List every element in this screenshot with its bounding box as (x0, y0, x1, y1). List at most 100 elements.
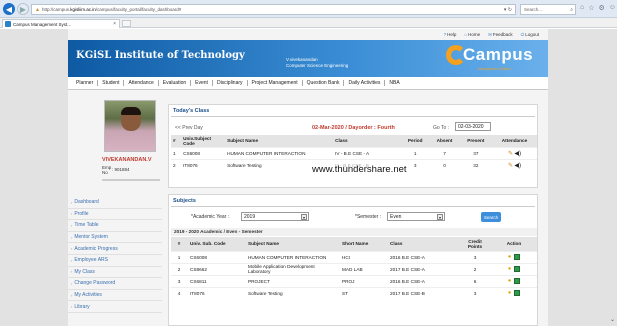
cell-class: 2016 B.E CSE-A (387, 250, 459, 263)
sidebar-item-mentor-system[interactable]: › Mentor System (68, 232, 162, 244)
cell-class: 2017 B.E CSE-A (387, 262, 459, 275)
cell-short-name: MAD LAB (339, 262, 387, 275)
address-bar[interactable]: ▲ http://campus. kgisliim.ac.in/campus/fa… (31, 4, 516, 15)
col-header: Attendance (491, 135, 537, 147)
col-header: Short Name (339, 237, 387, 251)
academic-year-select[interactable]: 2019 ▾ (241, 212, 309, 221)
smiley-icon[interactable]: ☺ (609, 4, 616, 12)
goto-date-input[interactable]: 02-03-2020 (455, 122, 491, 131)
profile-photo (104, 100, 156, 152)
prev-day-link[interactable]: << Prev Day (175, 125, 203, 131)
sidebar-item-change-password[interactable]: › Change Password (68, 278, 162, 290)
col-header: Credit Points (459, 237, 491, 251)
sidebar-item-label: Mentor System (74, 234, 108, 241)
search-icon[interactable]: ⌕ (570, 7, 573, 13)
sidebar-item-my-activities[interactable]: › My Activities (68, 290, 162, 302)
cell-action: ● (491, 262, 537, 275)
logout-link[interactable]: ⏻Logout (521, 32, 539, 38)
spreadsheet-icon[interactable] (514, 277, 521, 284)
menu-disciplinary[interactable]: Disciplinary (213, 80, 248, 86)
menu-attendance[interactable]: Attendance (124, 80, 159, 86)
semester-value: Even (390, 213, 402, 220)
sidebar-item-profile[interactable]: › Profile (68, 209, 162, 221)
dayorder-label: 02-Mar-2020 / Dayorder : Fourth (312, 125, 395, 131)
cell-index: 4 (171, 286, 187, 299)
help-link[interactable]: ?Help (444, 32, 457, 38)
logo-subtitle: Management System (478, 67, 512, 71)
col-header: Subject Name (245, 237, 339, 251)
watermark-text: www.thundershare.net (312, 164, 407, 175)
forward-button[interactable]: ▶ (17, 3, 29, 15)
menu-planner[interactable]: Planner (72, 80, 99, 86)
search-button[interactable]: Search (481, 212, 501, 222)
menu-project-management[interactable]: Project Management (248, 80, 303, 86)
sidebar-item-time-table[interactable]: › Time Table (68, 220, 162, 232)
col-header: Present (459, 135, 492, 147)
favorites-icon[interactable]: ☆ (588, 4, 594, 12)
bulb-icon[interactable]: ● (508, 278, 511, 284)
chevron-right-icon: › (71, 222, 73, 228)
campus-logo: Campus (446, 45, 533, 65)
col-header: Period (401, 135, 430, 147)
chevron-down-icon: ▾ (301, 214, 307, 220)
cell-absent: 7 (429, 146, 460, 159)
bulb-icon[interactable]: ● (508, 266, 511, 272)
browser-tab[interactable]: Campus Management Syst... × (2, 19, 120, 28)
cell-index: 2 (171, 262, 187, 275)
table-row: 1 CS6008 HUMAN COMPUTER INTERACTION HCI … (171, 250, 537, 263)
sidebar-item-label: Change Password (74, 280, 116, 287)
toolbar-icons: ⌂ ☆ ⚙ ☺ (580, 4, 616, 12)
tab-close-icon[interactable]: × (113, 21, 116, 27)
feedback-link[interactable]: ✉Feedback (488, 32, 513, 38)
sidebar-item-label: Academic Progress (74, 245, 118, 252)
cell-credit: 6 (459, 274, 491, 287)
cell-subject: HUMAN COMPUTER INTERACTION (245, 250, 339, 263)
help-label: Help (447, 32, 457, 37)
cell-short-name: ST (339, 286, 387, 299)
spreadsheet-icon[interactable] (514, 290, 521, 297)
new-tab-button[interactable] (122, 20, 131, 27)
menu-daily-activities[interactable]: Daily Activities (344, 80, 386, 86)
spreadsheet-icon[interactable] (514, 265, 521, 272)
bulb-icon[interactable]: ● (508, 254, 511, 260)
main-menu: Planner Student Attendance Evaluation Ev… (68, 77, 548, 90)
home-link[interactable]: ⌂Home (464, 32, 480, 38)
cell-index: 1 (171, 250, 187, 263)
feedback-icon: ✉ (488, 32, 492, 37)
search-placeholder: Search... (524, 7, 543, 12)
sidebar-item-label: Employee ARS (74, 257, 108, 264)
reload-icon[interactable]: ▾ ↻ (504, 7, 512, 13)
speaker-icon[interactable]: ◀) (514, 163, 521, 169)
menu-student[interactable]: Student (98, 80, 125, 86)
back-button[interactable]: ◀ (3, 3, 15, 15)
semester-select[interactable]: Even ▾ (387, 212, 445, 221)
address-path: /campus/faculty_portal/faculty_dashboard… (95, 7, 182, 12)
menu-event[interactable]: Event (191, 80, 213, 86)
bulb-icon[interactable]: ● (508, 290, 511, 297)
sidebar-item-dashboard[interactable]: › Dashboard (68, 197, 162, 209)
sidebar-item-academic-progress[interactable]: › Academic Progress (68, 243, 162, 255)
edit-icon[interactable]: ✎ (508, 163, 513, 169)
col-header: Subject Name (225, 135, 334, 147)
tab-bar: Campus Management Syst... × (0, 18, 617, 28)
edit-icon[interactable]: ✎ (508, 151, 513, 157)
sidebar-item-employee-ars[interactable]: › Employee ARS (68, 255, 162, 267)
sidebar-item-my-class[interactable]: › My Class (68, 267, 162, 279)
todays-class-panel: Today's Class << Prev Day 02-Mar-2020 / … (168, 104, 538, 188)
app-header: KGiSL Institute of Technology V.vivekana… (68, 40, 548, 77)
menu-question-bank[interactable]: Question Bank (303, 80, 345, 86)
speaker-icon[interactable]: ◀) (514, 151, 521, 157)
menu-nba[interactable]: NBA (385, 80, 403, 86)
chevron-right-icon: › (71, 199, 73, 205)
page-viewport: ⌄ ?Help ⌂Home ✉Feedback ⏻Logout KGiSL In… (0, 29, 617, 326)
sidebar-item-library[interactable]: › Library (68, 301, 162, 313)
home-icon[interactable]: ⌂ (580, 4, 584, 12)
spreadsheet-icon[interactable] (514, 253, 521, 260)
browser-search-input[interactable]: Search... ⌕ (520, 4, 576, 15)
cell-code: IT8076 (187, 286, 245, 299)
subjects-filter-row: *Academic Year : 2019 ▾ *Semester : Even… (169, 210, 539, 224)
menu-evaluation[interactable]: Evaluation (159, 80, 192, 86)
scroll-down-icon[interactable]: ⌄ (610, 316, 615, 323)
cell-code: IT8076 (181, 158, 226, 171)
settings-icon[interactable]: ⚙ (599, 4, 605, 12)
